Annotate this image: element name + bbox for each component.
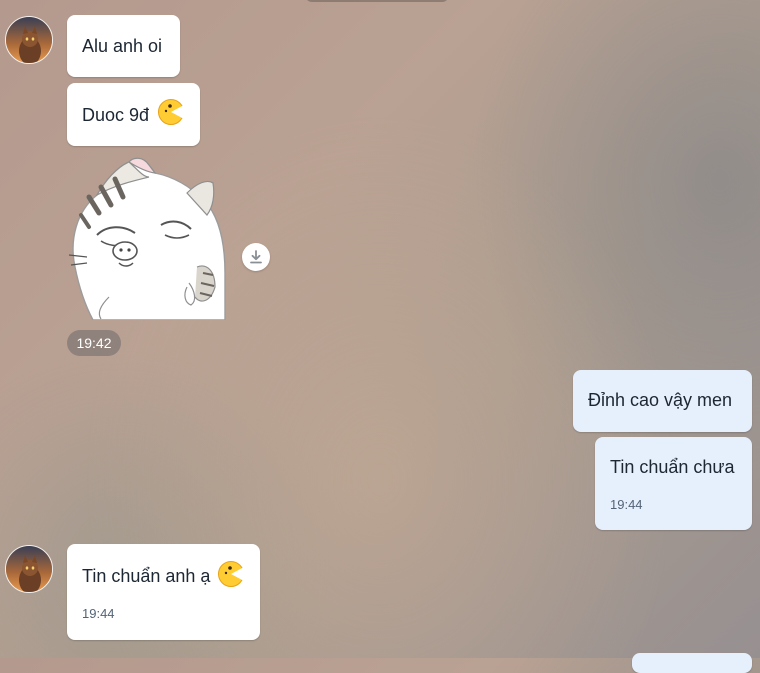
message-text: Tin chuẩn anh ạ [82, 566, 211, 586]
contact-avatar[interactable] [5, 16, 53, 64]
message-text: Tin chuẩn chưa [610, 457, 735, 477]
download-sticker-button[interactable] [242, 243, 270, 271]
outgoing-message-bubble[interactable] [632, 653, 752, 673]
contact-avatar[interactable] [5, 545, 53, 593]
message-text: Duoc 9đ [82, 105, 150, 125]
cat-sticker[interactable] [67, 155, 227, 321]
incoming-message-bubble[interactable]: Duoc 9đ [67, 83, 200, 146]
message-text: Đỉnh cao vậy men [588, 390, 733, 410]
pacman-emoji-icon [158, 99, 184, 125]
outgoing-message-bubble[interactable]: Đỉnh cao vậy men [573, 370, 752, 432]
message-timestamp: 19:44 [610, 497, 643, 512]
pacman-emoji-icon [218, 561, 244, 587]
message-text: Alu anh oi [82, 36, 163, 56]
date-divider-pill [305, 0, 449, 2]
incoming-message-bubble[interactable]: Alu anh oi [67, 15, 180, 77]
download-icon [250, 250, 262, 264]
incoming-message-bubble[interactable]: Tin chuẩn anh ạ 19:44 [67, 544, 260, 640]
message-timestamp: 19:44 [82, 606, 115, 621]
outgoing-message-bubble[interactable]: Tin chuẩn chưa 19:44 [595, 437, 752, 530]
sticker-timestamp: 19:42 [67, 330, 121, 356]
